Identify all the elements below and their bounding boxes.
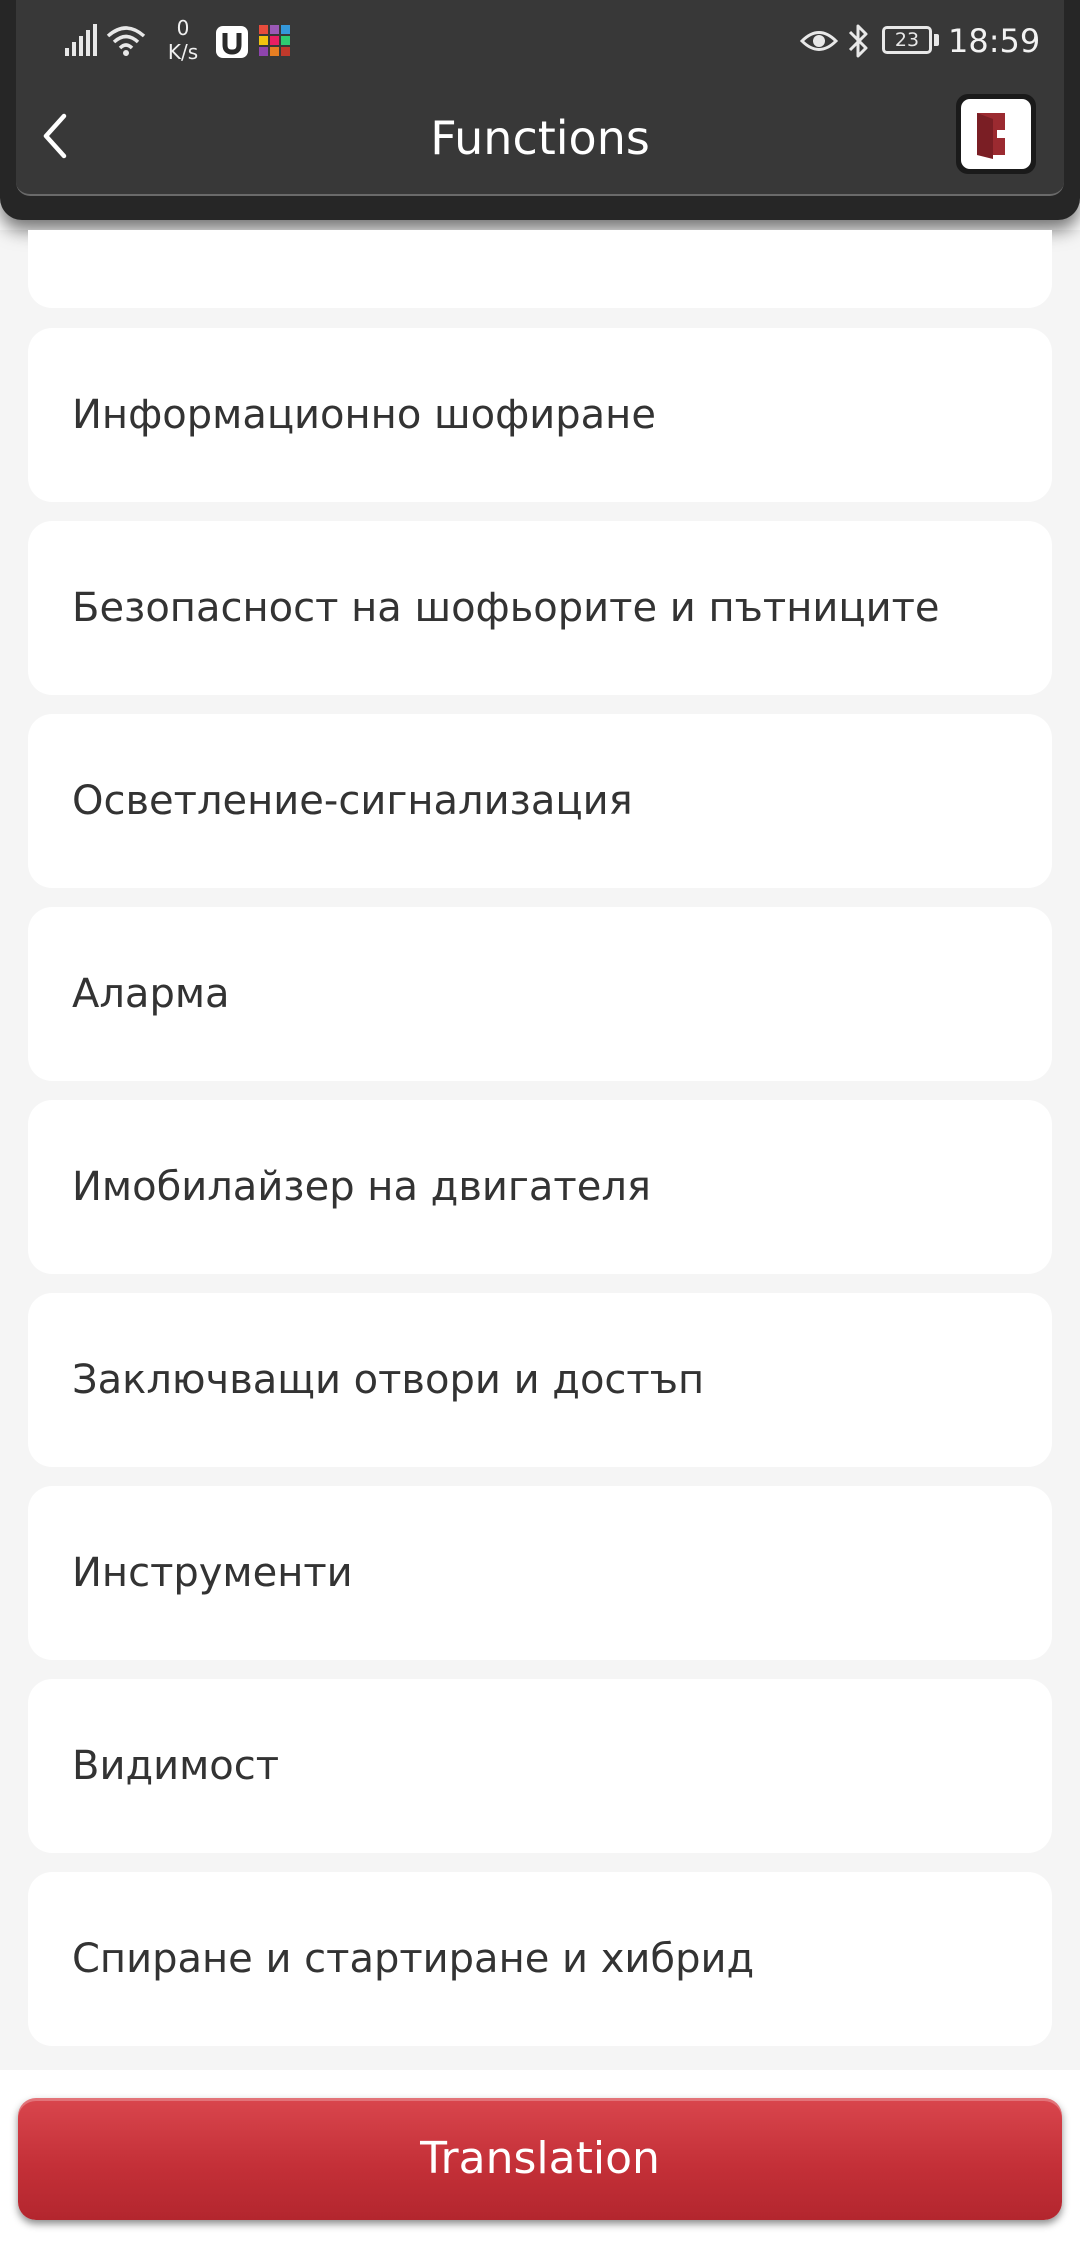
- back-button[interactable]: [38, 108, 76, 164]
- list-item[interactable]: Безопасност на шофьорите и пътниците: [28, 521, 1052, 695]
- list-item[interactable]: Осветление-сигнализация: [28, 714, 1052, 888]
- header: 0 K/s 23 18:59 Functions: [0, 0, 1080, 230]
- list-item[interactable]: Видимост: [28, 1679, 1052, 1853]
- status-time: 18:59: [948, 22, 1041, 60]
- exit-button-face: [961, 99, 1031, 169]
- exit-door-icon: [977, 113, 1019, 159]
- eye-comfort-icon: [800, 31, 838, 51]
- list-item[interactable]: Спиране и стартиране и хибрид: [28, 1872, 1052, 2046]
- list-item-partial[interactable]: [28, 230, 1052, 308]
- list-item-label: Безопасност на шофьорите и пътниците: [72, 585, 940, 631]
- bluetooth-icon: [848, 24, 868, 58]
- list-item-label: Инструменти: [72, 1550, 353, 1596]
- app-u-icon: [216, 26, 248, 58]
- list-item[interactable]: Аларма: [28, 907, 1052, 1081]
- battery-icon: 23: [882, 26, 940, 56]
- network-speed: 0 K/s: [160, 16, 206, 64]
- list-item-label: Видимост: [72, 1743, 280, 1789]
- network-speed-unit: K/s: [167, 40, 199, 64]
- list-item-label: Заключващи отвори и достъп: [72, 1357, 705, 1403]
- battery-tip: [934, 34, 939, 46]
- page-title: Functions: [430, 111, 650, 165]
- signal-icon: [65, 24, 97, 56]
- bottom-bar: Translation: [0, 2070, 1080, 2244]
- app-screen: 0 K/s 23 18:59 Functions Информационно ш…: [0, 0, 1080, 2244]
- exit-button[interactable]: [956, 94, 1036, 174]
- list-item-label: Спиране и стартиране и хибрид: [72, 1936, 755, 1982]
- list-item[interactable]: Имобилайзер на двигателя: [28, 1100, 1052, 1274]
- list-item-label: Аларма: [72, 971, 230, 1017]
- list-item-label: Имобилайзер на двигателя: [72, 1164, 651, 1210]
- list-item-label: Осветление-сигнализация: [72, 778, 633, 824]
- chevron-left-icon: [43, 113, 67, 159]
- functions-list[interactable]: Информационно шофиране Безопасност на шо…: [0, 230, 1080, 2070]
- battery-level: 23: [882, 26, 932, 54]
- list-item[interactable]: Информационно шофиране: [28, 328, 1052, 502]
- list-item[interactable]: Заключващи отвори и достъп: [28, 1293, 1052, 1467]
- app-grid-icon: [259, 25, 290, 56]
- wifi-icon: [106, 26, 146, 56]
- status-bar: 0 K/s 23 18:59: [0, 0, 1080, 84]
- list-item[interactable]: Инструменти: [28, 1486, 1052, 1660]
- translation-button[interactable]: Translation: [18, 2098, 1062, 2220]
- list-item-label: Информационно шофиране: [72, 392, 656, 438]
- network-speed-value: 0: [176, 16, 190, 40]
